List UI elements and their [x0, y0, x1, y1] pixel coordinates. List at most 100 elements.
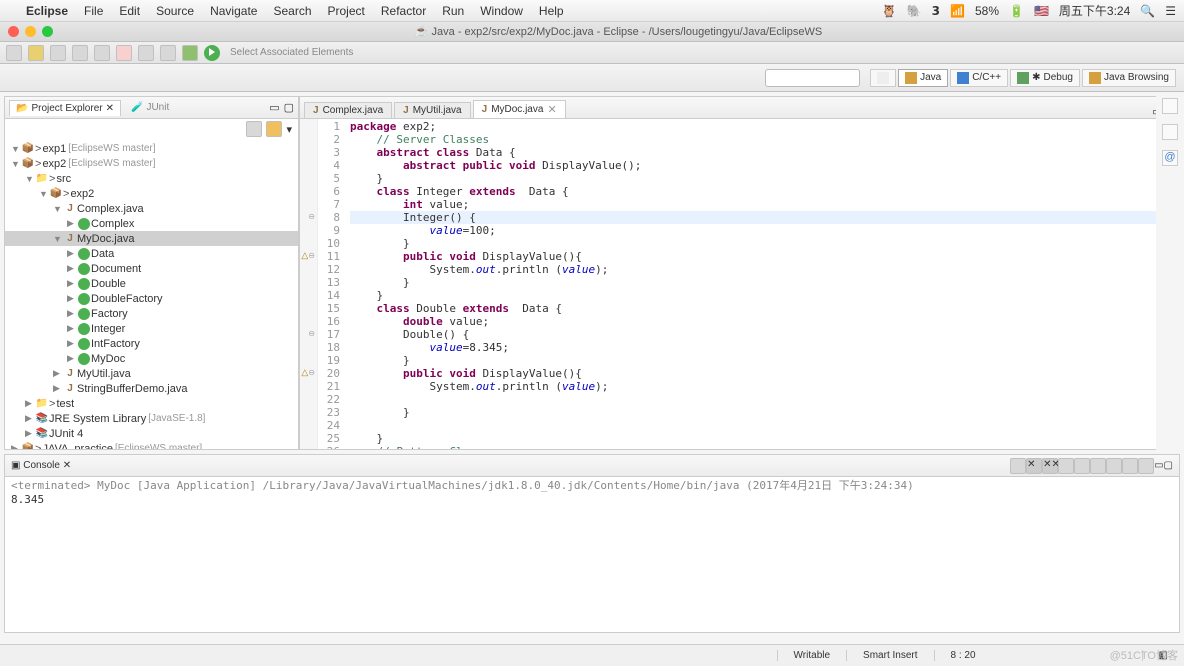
close-tab-icon[interactable]: ✕ — [547, 103, 556, 116]
clear-console-icon[interactable] — [1074, 458, 1090, 474]
tree-node[interactable]: ▶JMyUtil.java — [5, 366, 298, 381]
toolbar-icon[interactable] — [50, 45, 66, 61]
mac-menubar: Eclipse FileEditSourceNavigateSearchProj… — [0, 0, 1184, 22]
tree-node[interactable]: ▶📁test — [5, 396, 298, 411]
menu-search[interactable]: Search — [265, 4, 319, 18]
quick-access-input[interactable] — [765, 69, 860, 87]
tree-node[interactable]: ▶📚JUnit 4 — [5, 426, 298, 441]
new-icon[interactable] — [6, 45, 22, 61]
editor-body[interactable]: ⊖△⊖⊖△⊖ 123456789101112131415161718192021… — [300, 119, 1179, 449]
editor-tab[interactable]: J MyUtil.java — [394, 102, 470, 118]
editor-tab[interactable]: J Complex.java — [304, 102, 392, 118]
line-number-gutter[interactable]: 1234567891011121314151617181920212223242… — [318, 119, 346, 449]
battery-icon[interactable]: 🔋 — [1009, 4, 1024, 18]
menuextra-icon[interactable]: 🐘 — [907, 4, 922, 18]
menu-edit[interactable]: Edit — [111, 4, 148, 18]
select-associated[interactable]: Select Associated Elements — [230, 47, 353, 58]
tree-node[interactable]: ▶Factory — [5, 306, 298, 321]
tree-node[interactable]: ▼📦exp2 — [5, 186, 298, 201]
console-toolbar-icon[interactable] — [1058, 458, 1074, 474]
code-area[interactable]: package exp2; // Server Classes abstract… — [346, 119, 1179, 449]
save-icon[interactable] — [28, 45, 44, 61]
project-tree[interactable]: ▼📦exp1 [EclipseWS master]▼📦exp2 [Eclipse… — [5, 139, 298, 449]
menu-run[interactable]: Run — [434, 4, 472, 18]
tree-node[interactable]: ▶Complex — [5, 216, 298, 231]
outline-view-icon[interactable] — [1162, 98, 1178, 114]
tree-node[interactable]: ▶Document — [5, 261, 298, 276]
tree-node[interactable]: ▶Data — [5, 246, 298, 261]
menuextra-icon[interactable]: 🦉 — [882, 4, 897, 18]
tree-node[interactable]: ▶DoubleFactory — [5, 291, 298, 306]
toolbar-icon[interactable] — [160, 45, 176, 61]
zoom-window[interactable] — [42, 26, 53, 37]
spotlight-icon[interactable]: 🔍 — [1140, 4, 1155, 18]
open-perspective-icon[interactable] — [870, 69, 896, 87]
right-trim-bar: @ — [1156, 92, 1184, 452]
toolbar-icon[interactable] — [116, 45, 132, 61]
minimize-window[interactable] — [25, 26, 36, 37]
battery-percent: 58% — [975, 4, 999, 18]
window-titlebar: ☕ Java - exp2/src/exp2/MyDoc.java - Ecli… — [0, 22, 1184, 42]
junit-tab[interactable]: 🧪 JUnit — [125, 100, 175, 115]
tree-node[interactable]: ▼JMyDoc.java — [5, 231, 298, 246]
main-toolbar: Select Associated Elements — [0, 42, 1184, 64]
tree-node[interactable]: ▼📦exp2 [EclipseWS master] — [5, 156, 298, 171]
link-editor-icon[interactable] — [266, 121, 282, 137]
menu-project[interactable]: Project — [320, 4, 373, 18]
tree-node[interactable]: ▶JStringBufferDemo.java — [5, 381, 298, 396]
mac-right-status: 🦉 🐘 𝟯 📶 58% 🔋 🇺🇸 周五下午3:24 🔍 ☰ — [882, 2, 1176, 19]
console-tab[interactable]: ▣ Console ✕ — [11, 460, 71, 471]
tree-node[interactable]: ▶MyDoc — [5, 351, 298, 366]
menuextra-icon[interactable]: 𝟯 — [932, 4, 940, 18]
toolbar-icon[interactable] — [138, 45, 154, 61]
tree-node[interactable]: ▶IntFactory — [5, 336, 298, 351]
debug-icon[interactable] — [182, 45, 198, 61]
console-output[interactable]: <terminated> MyDoc [Java Application] /L… — [5, 477, 1179, 632]
notif-icon[interactable]: ☰ — [1165, 4, 1176, 18]
pin-console-icon[interactable] — [1106, 458, 1122, 474]
run-icon[interactable] — [204, 45, 220, 61]
perspective-debug[interactable]: ✱Debug — [1010, 69, 1080, 87]
console-header-line: <terminated> MyDoc [Java Application] /L… — [11, 479, 1173, 493]
wifi-icon[interactable]: 📶 — [950, 4, 965, 18]
view-minimize-icon[interactable]: ▭ — [269, 101, 279, 114]
view-maximize-icon[interactable]: ▢ — [284, 101, 294, 114]
view-menu-icon[interactable]: ▾ — [286, 123, 292, 136]
view-maximize-icon[interactable]: ▢ — [1164, 460, 1173, 471]
project-explorer-tab[interactable]: 📂 Project Explorer ✕ — [9, 100, 121, 116]
menu-source[interactable]: Source — [148, 4, 202, 18]
menu-file[interactable]: File — [76, 4, 111, 18]
task-list-icon[interactable] — [1162, 124, 1178, 140]
remove-launch-icon[interactable]: ✕ — [1026, 458, 1042, 474]
perspective-java-browsing[interactable]: Java Browsing — [1082, 69, 1176, 87]
collapse-all-icon[interactable] — [246, 121, 262, 137]
tree-node[interactable]: ▼📦exp1 [EclipseWS master] — [5, 141, 298, 156]
menu-navigate[interactable]: Navigate — [202, 4, 265, 18]
tree-node[interactable]: ▼JComplex.java — [5, 201, 298, 216]
scroll-lock-icon[interactable] — [1090, 458, 1106, 474]
help-icon[interactable]: @ — [1162, 150, 1178, 166]
menu-refactor[interactable]: Refactor — [373, 4, 434, 18]
tree-node[interactable]: ▶📚JRE System Library [JavaSE-1.8] — [5, 411, 298, 426]
remove-all-icon[interactable]: ✕✕ — [1042, 458, 1058, 474]
menu-help[interactable]: Help — [531, 4, 572, 18]
tree-node[interactable]: ▶📦JAVA_practice [EclipseWS master] — [5, 441, 298, 449]
editor-tab[interactable]: J MyDoc.java ✕ — [473, 100, 566, 118]
tree-node[interactable]: ▶Integer — [5, 321, 298, 336]
tree-node[interactable]: ▶Double — [5, 276, 298, 291]
clock[interactable]: 周五下午3:24 — [1059, 2, 1130, 19]
menu-window[interactable]: Window — [472, 4, 531, 18]
flag-icon[interactable]: 🇺🇸 — [1034, 4, 1049, 18]
view-minimize-icon[interactable]: ▭ — [1154, 460, 1163, 471]
toolbar-icon[interactable] — [72, 45, 88, 61]
perspective-java[interactable]: Java — [898, 69, 948, 87]
open-console-icon[interactable] — [1138, 458, 1154, 474]
display-console-icon[interactable] — [1122, 458, 1138, 474]
annotation-ruler[interactable]: ⊖△⊖⊖△⊖ — [300, 119, 318, 449]
close-window[interactable] — [8, 26, 19, 37]
toolbar-icon[interactable] — [94, 45, 110, 61]
app-name[interactable]: Eclipse — [18, 4, 76, 18]
tree-node[interactable]: ▼📁src — [5, 171, 298, 186]
console-toolbar-icon[interactable] — [1010, 458, 1026, 474]
perspective-ccpp[interactable]: C/C++ — [950, 69, 1008, 87]
